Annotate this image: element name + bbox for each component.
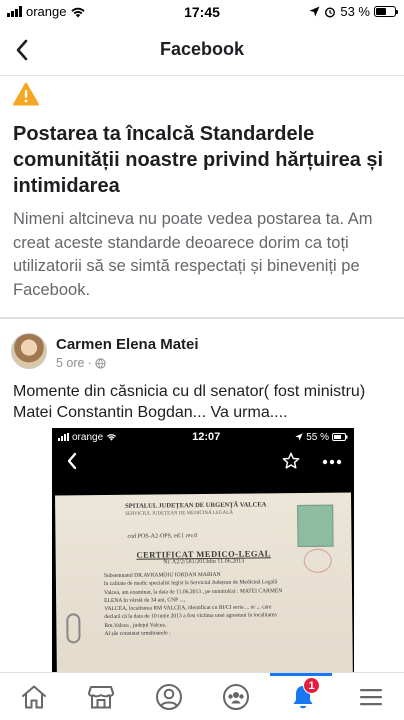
page-title: Facebook — [159, 39, 245, 59]
status-right: 53 % — [309, 4, 398, 19]
post-image[interactable]: orange 12:07 55 % SPITALUL JUDEȚEAN DE U… — [52, 428, 354, 678]
navigation-bar: Facebook — [0, 24, 404, 76]
image-location-icon — [295, 433, 303, 441]
location-icon — [309, 6, 320, 17]
image-back-icon — [67, 452, 77, 470]
image-status-bar: orange 12:07 55 % — [52, 428, 354, 446]
image-star-icon — [282, 452, 300, 469]
image-signal-icon — [58, 433, 69, 441]
doc-line: Al șăs constatat următoarele : — [104, 630, 171, 638]
status-bar: orange 17:45 53 % — [0, 0, 404, 24]
battery-icon — [374, 6, 398, 17]
post-meta: 5 ore · — [56, 356, 106, 370]
stamp-icon — [297, 504, 334, 548]
violation-description: Nimeni altcineva nu poate vedea postarea… — [13, 210, 373, 299]
marketplace-icon — [87, 686, 114, 709]
tab-profile[interactable] — [135, 673, 202, 720]
image-carrier: orange — [72, 431, 104, 443]
image-toolbar — [52, 446, 354, 478]
image-battery-percent: 55 % — [306, 431, 329, 443]
tab-home[interactable] — [0, 673, 67, 720]
menu-icon — [359, 689, 382, 706]
tab-groups[interactable] — [202, 673, 269, 720]
post-text: Momente din căsnicia cu dl senator( fost… — [13, 383, 366, 421]
warning-icon — [13, 82, 39, 106]
globe-icon — [95, 357, 106, 369]
tab-marketplace[interactable] — [67, 673, 134, 720]
alarm-icon — [325, 6, 336, 18]
section-divider — [0, 317, 404, 319]
image-wifi-icon — [107, 434, 117, 441]
post-time[interactable]: 5 ore — [56, 356, 85, 370]
tab-menu[interactable] — [337, 673, 404, 720]
profile-icon — [155, 684, 182, 710]
post-author[interactable]: Carmen Elena Matei — [56, 336, 199, 353]
battery-percent: 53 % — [340, 4, 370, 19]
avatar[interactable] — [11, 333, 47, 369]
image-time: 12:07 — [192, 431, 221, 443]
image-more-icon — [322, 459, 342, 465]
groups-icon — [222, 684, 249, 710]
paper-clip-icon — [66, 613, 81, 644]
bottom-tab-bar: 1 — [0, 672, 404, 720]
tab-notifications[interactable]: 1 — [269, 673, 336, 720]
seal-icon — [303, 548, 332, 573]
home-icon — [21, 685, 46, 709]
medical-certificate-document: SPITALUL JUDEȚEAN DE URGENȚĂ VALCEA SERV… — [55, 492, 353, 678]
meta-separator: · — [87, 356, 92, 370]
violation-title: Postarea ta încalcă Standardele comunită… — [13, 123, 384, 197]
image-battery-icon — [331, 433, 348, 441]
notification-badge: 1 — [303, 677, 320, 694]
